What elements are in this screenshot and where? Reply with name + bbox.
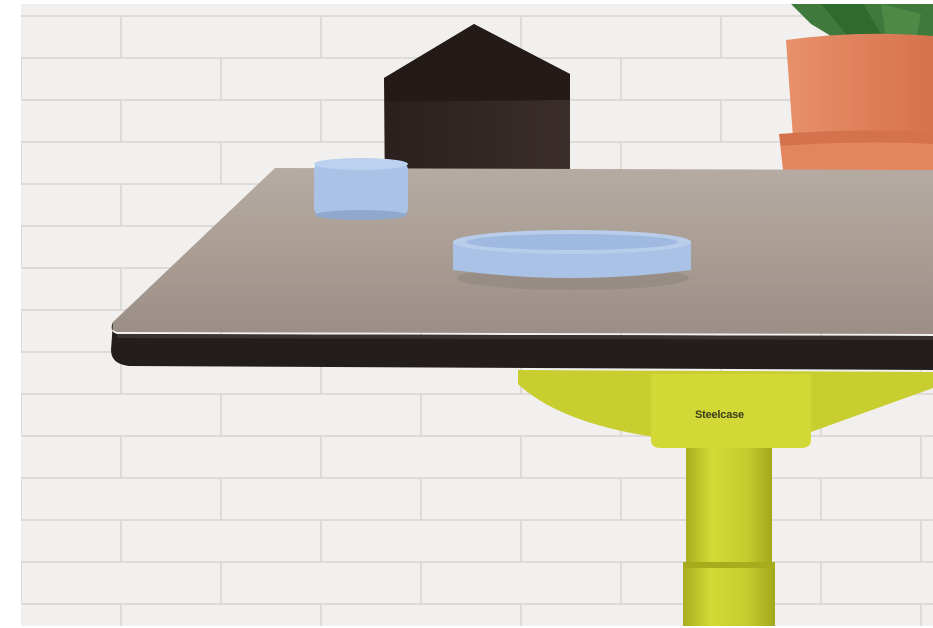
product-photo: Steelcase — [21, 4, 933, 626]
blue-dish — [453, 230, 691, 290]
small-blue-cup — [314, 158, 408, 220]
brand-logo-text: Steelcase — [695, 409, 744, 421]
terracotta-pot — [779, 33, 933, 192]
desk-scene — [21, 4, 933, 626]
